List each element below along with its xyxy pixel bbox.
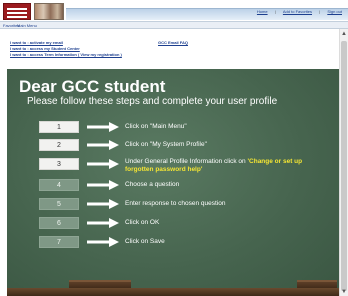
link-separator: | [274, 9, 276, 14]
right-arrow-icon [87, 140, 119, 150]
main-menu[interactable]: Main Menu [17, 23, 37, 28]
step-text: Click on "Main Menu" [125, 123, 187, 130]
right-arrow-icon [87, 199, 119, 209]
step-text: Choose a question [125, 181, 180, 188]
step-row: 7 Click on Save [7, 236, 339, 250]
step-number: 6 [39, 217, 79, 229]
activate-email-link[interactable]: I want to : activate my email [10, 40, 63, 45]
header-links: Home | Add to Favorites | Sign out [251, 9, 342, 14]
link-separator: | [319, 9, 321, 14]
step-text: Enter response to chosen question [125, 200, 226, 207]
step-number: 1 [39, 121, 79, 133]
chevron-up-icon[interactable]: ▲ [341, 31, 347, 37]
step-row: 6 Click on OK [7, 217, 339, 231]
vertical-scrollbar[interactable]: ▲ ▼ [339, 29, 348, 296]
email-faq-link[interactable]: GCC Email FAQ [158, 40, 188, 45]
right-arrow-icon [87, 159, 119, 169]
step-text: Click on Save [125, 238, 165, 245]
right-arrow-icon [87, 237, 119, 247]
step-number: 4 [39, 179, 79, 191]
add-to-favorites-link[interactable]: Add to Favorites [283, 9, 312, 14]
right-arrow-icon [87, 180, 119, 190]
instructions-chalkboard: Dear GCC student Please follow these ste… [7, 69, 339, 296]
step-row: 1 Click on "Main Menu" [7, 121, 339, 135]
chevron-down-icon[interactable]: ▼ [341, 289, 347, 295]
scroll-thumb[interactable] [341, 41, 347, 291]
menu-bar: Favorites Main Menu [0, 21, 348, 29]
student-center-link[interactable]: I want to : access my Student Center [10, 46, 80, 51]
step-number: 2 [39, 139, 79, 151]
step-row: 5 Enter response to chosen question [7, 198, 339, 212]
step-row: 2 Click on "My System Profile" [7, 139, 339, 153]
board-subtitle: Please follow these steps and complete y… [27, 96, 278, 107]
step-row: 4 Choose a question [7, 179, 339, 193]
college-logo [3, 3, 31, 20]
step-text: Click on OK [125, 219, 160, 226]
step-number: 3 [39, 158, 79, 170]
step-number: 5 [39, 198, 79, 210]
step-text: Under General Profile Information click … [125, 158, 325, 174]
right-arrow-icon [87, 218, 119, 228]
term-information-link[interactable]: I want to : access Term Information ( Vi… [10, 52, 122, 57]
step-number: 7 [39, 236, 79, 248]
step-row: 3 Under General Profile Information clic… [7, 158, 339, 178]
chalkboard-ledge [7, 288, 339, 296]
home-link[interactable]: Home [257, 9, 268, 14]
right-arrow-icon [87, 122, 119, 132]
step-text: Click on "My System Profile" [125, 141, 207, 148]
board-title: Dear GCC student [19, 77, 166, 96]
sign-out-link[interactable]: Sign out [327, 9, 342, 14]
step-text-main: Under General Profile Information click … [125, 158, 246, 165]
header-photo-strip [34, 3, 64, 20]
quick-links: I want to : activate my email I want to … [10, 40, 330, 60]
